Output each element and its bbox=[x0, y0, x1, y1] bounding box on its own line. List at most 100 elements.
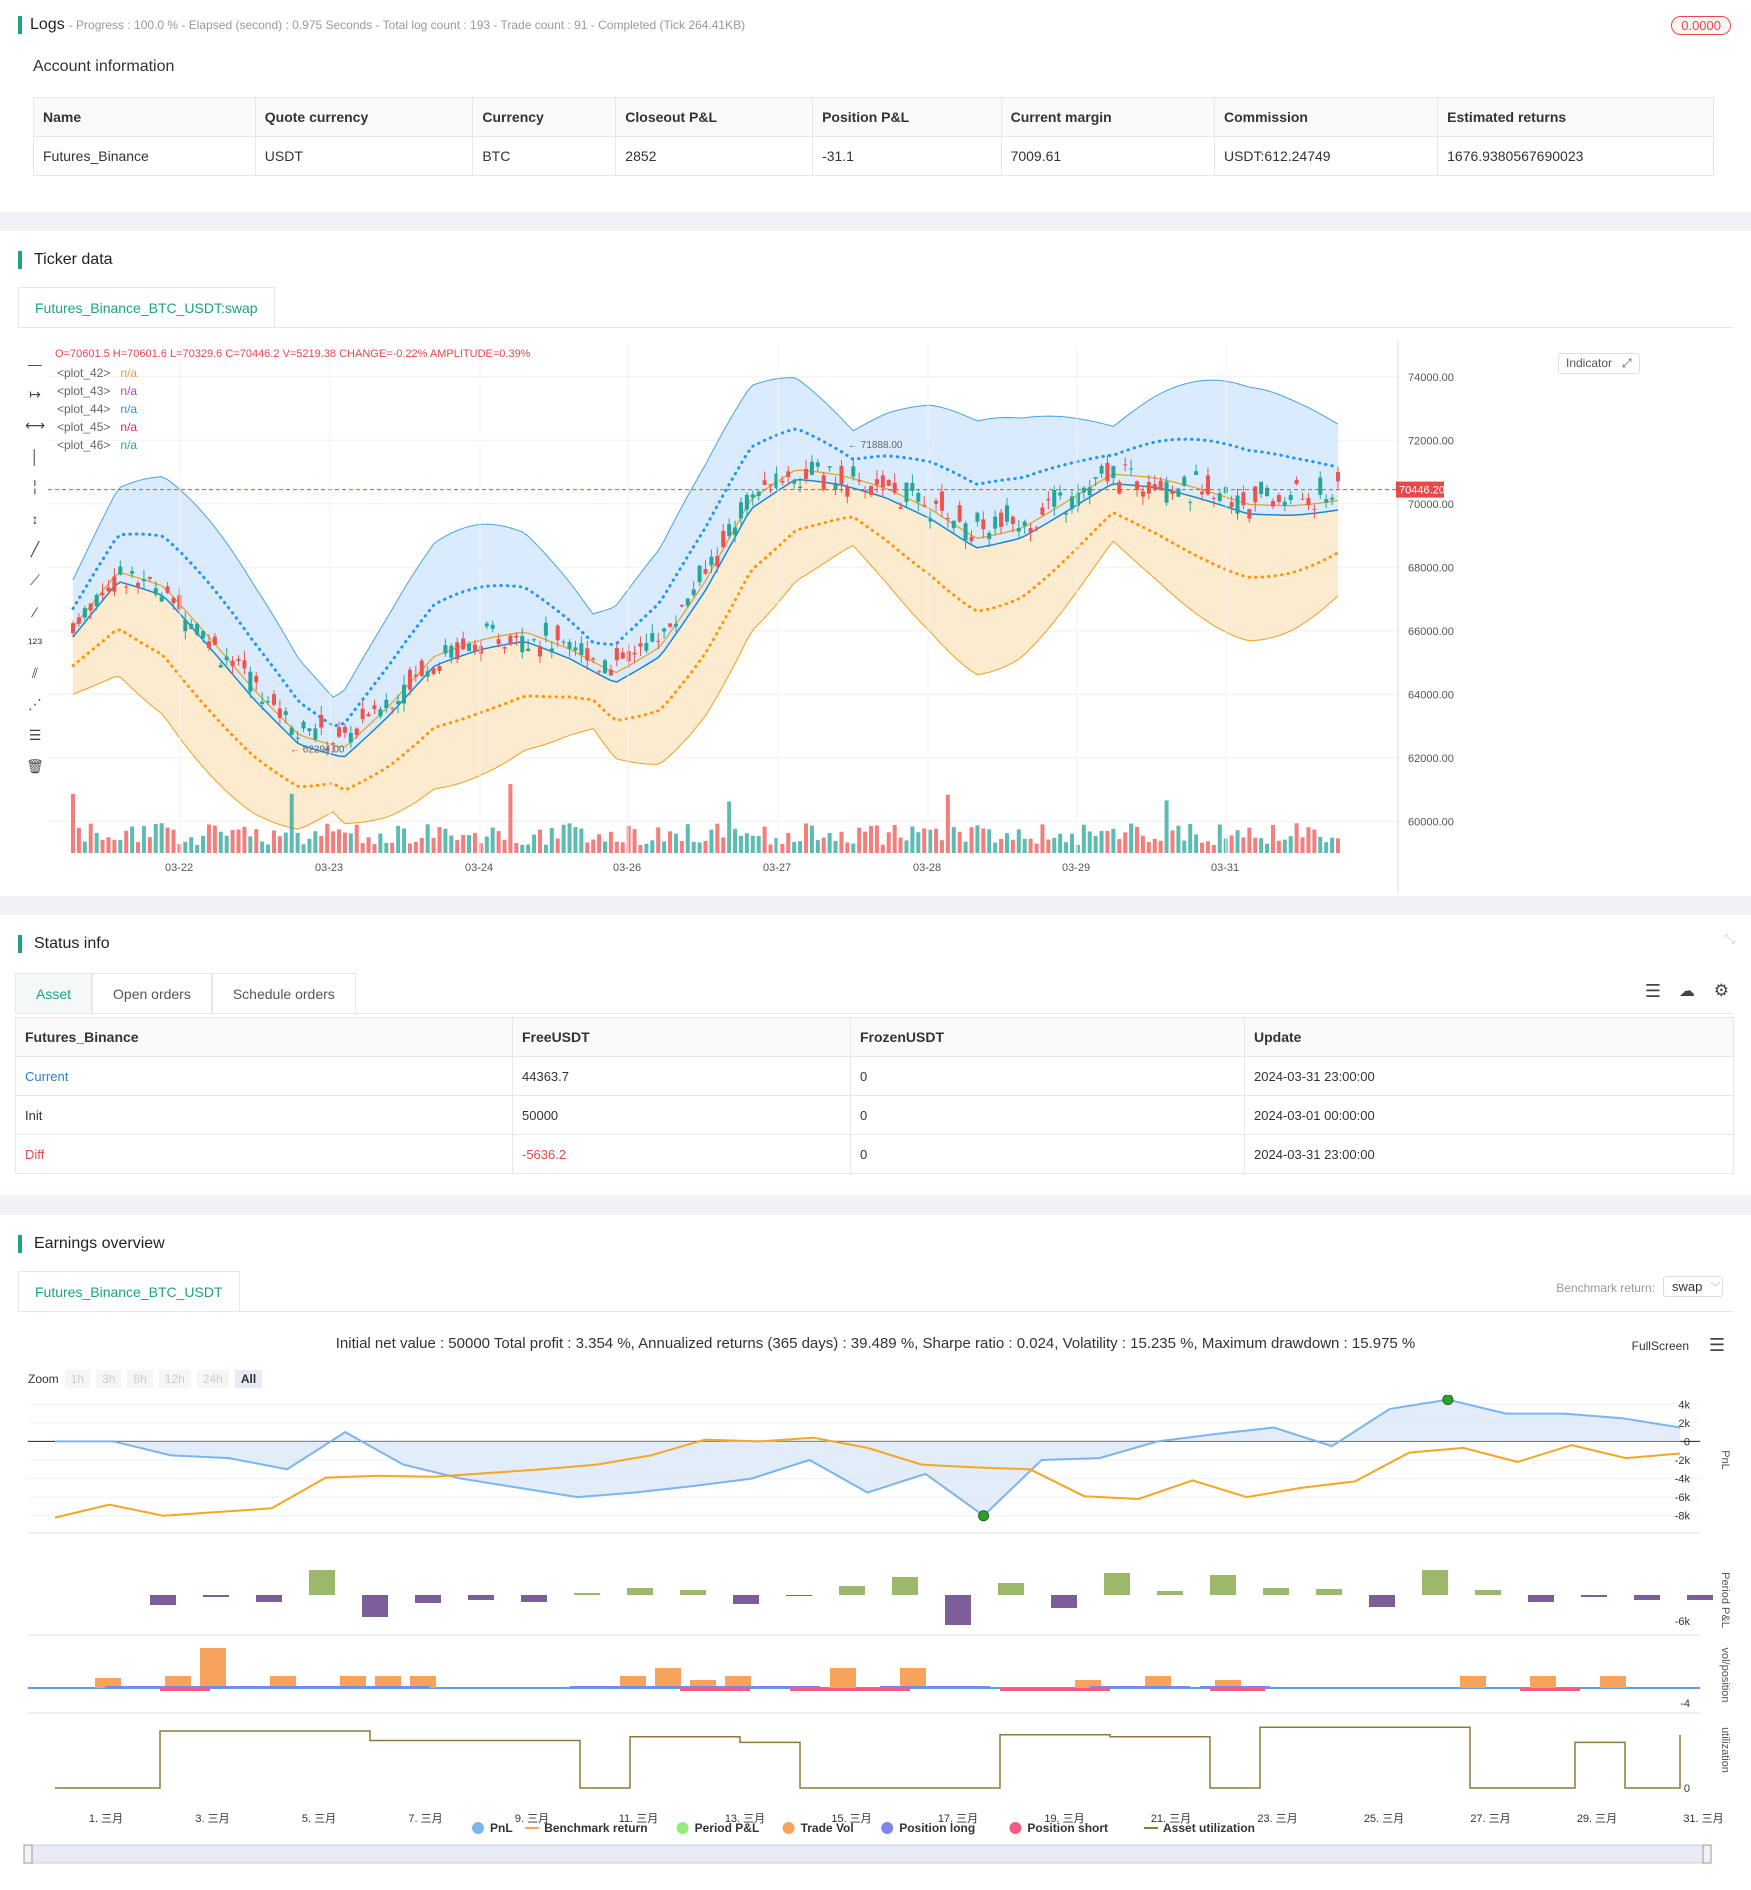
candle-body bbox=[218, 664, 223, 668]
volume-bar bbox=[1205, 841, 1210, 853]
price-tick-label: 64000.00 bbox=[1408, 689, 1454, 701]
volume-bar bbox=[532, 834, 537, 853]
candle-body bbox=[455, 642, 460, 660]
list-icon[interactable]: ☰ bbox=[1645, 981, 1661, 1002]
account-info-title: Account information bbox=[33, 58, 175, 75]
candle-body bbox=[1265, 487, 1270, 497]
candle-body bbox=[809, 461, 814, 475]
high-price-label: ← 71888.00 bbox=[848, 440, 903, 451]
volume-bar bbox=[1282, 839, 1287, 853]
price-tick-label: 60000.00 bbox=[1408, 816, 1454, 828]
candle-body bbox=[1247, 509, 1252, 519]
volume-bar bbox=[407, 843, 412, 853]
volume-bar bbox=[461, 835, 466, 853]
tab-open-orders[interactable]: Open orders bbox=[92, 973, 212, 1013]
cloud-download-icon[interactable]: ☁ bbox=[1679, 981, 1695, 1001]
indicator-button[interactable]: Indicator ⤢ bbox=[1558, 353, 1640, 374]
volume-bar bbox=[1265, 843, 1270, 853]
candle-body bbox=[342, 726, 347, 733]
candle-body bbox=[313, 728, 318, 740]
candle-body bbox=[490, 624, 495, 629]
period-pnl-bar bbox=[203, 1595, 229, 1597]
date-tick-label: 25. 三月 bbox=[1364, 1813, 1404, 1825]
volume-bar bbox=[437, 827, 442, 853]
tab-ticker-symbol[interactable]: Futures_Binance_BTC_USDT:swap bbox=[18, 287, 275, 327]
row-label-current[interactable]: Current bbox=[15, 1056, 513, 1096]
candle-body bbox=[1028, 527, 1033, 533]
cell: 2852 bbox=[615, 136, 814, 176]
gear-icon[interactable]: ⚙ bbox=[1714, 981, 1729, 1001]
volume-bar bbox=[496, 831, 501, 853]
zoom-1h[interactable]: 1h bbox=[64, 1370, 91, 1388]
period-pnl-bar bbox=[1634, 1595, 1660, 1600]
volume-bar bbox=[934, 828, 939, 853]
candle-body bbox=[815, 462, 820, 467]
cell: USDT bbox=[254, 136, 474, 176]
volume-bar bbox=[1046, 839, 1051, 853]
collapse-icon[interactable]: ⤡ bbox=[1725, 931, 1735, 947]
zoom-all[interactable]: All bbox=[234, 1370, 263, 1388]
col-estimated-returns: Estimated returns bbox=[1437, 97, 1714, 137]
volume-bar bbox=[963, 841, 968, 853]
candle-body bbox=[620, 652, 625, 659]
candle-body bbox=[384, 699, 389, 709]
candle-body bbox=[153, 588, 158, 595]
volume-bar bbox=[508, 784, 513, 853]
candle-body bbox=[904, 482, 909, 502]
col-current-margin: Current margin bbox=[1000, 97, 1215, 137]
navigator-handle-left bbox=[23, 1844, 33, 1864]
volume-bar bbox=[390, 842, 395, 853]
volume-bar bbox=[969, 827, 974, 853]
trade-vol-bar bbox=[900, 1668, 926, 1688]
candle-body bbox=[378, 709, 383, 717]
date-tick-label: 29. 三月 bbox=[1577, 1813, 1617, 1825]
status-tabs: Asset Open orders Schedule orders bbox=[15, 973, 356, 1013]
volume-bar bbox=[798, 841, 803, 853]
candle-body bbox=[762, 480, 767, 485]
zoom-3h[interactable]: 3h bbox=[96, 1370, 122, 1388]
tab-schedule-orders[interactable]: Schedule orders bbox=[211, 973, 356, 1013]
volume-bar bbox=[993, 842, 998, 853]
period-pnl-bar bbox=[1581, 1595, 1607, 1597]
candle-body bbox=[709, 556, 714, 566]
volume-bar bbox=[768, 844, 773, 853]
candle-body bbox=[130, 571, 135, 574]
candle-body bbox=[419, 660, 424, 676]
candle-body bbox=[673, 623, 678, 627]
volume-bar bbox=[1200, 842, 1205, 853]
zoom-24h[interactable]: 24h bbox=[196, 1370, 229, 1388]
volume-bar bbox=[153, 823, 158, 853]
col-closeout-pnl: Closeout P&L bbox=[615, 97, 814, 137]
earnings-chart-svg[interactable]: 4k 2k 0 -2k -4k -6k -8k PnL Period P&L vol/positi… bbox=[0, 1395, 1751, 1875]
candle-body bbox=[999, 512, 1004, 527]
cell: 44363.7 bbox=[512, 1056, 851, 1096]
pnl-tick-label: 4k bbox=[1678, 1399, 1690, 1411]
price-tick-label: 62000.00 bbox=[1408, 753, 1454, 765]
fullscreen-button[interactable]: FullScreen bbox=[1632, 1339, 1689, 1353]
volume-bar bbox=[1241, 837, 1246, 853]
candle-body bbox=[1205, 475, 1210, 495]
candle-body bbox=[626, 651, 631, 662]
candle-body bbox=[555, 625, 560, 641]
candle-body bbox=[372, 705, 377, 709]
benchmark-select[interactable]: swap ﹀ bbox=[1663, 1276, 1723, 1297]
volume-bar bbox=[1324, 842, 1329, 853]
zoom-12h[interactable]: 12h bbox=[158, 1370, 191, 1388]
col-update: Update bbox=[1244, 1017, 1734, 1057]
plot-legend-label: <plot_42> bbox=[57, 366, 111, 380]
cell: -5636.2 bbox=[512, 1134, 851, 1174]
zoom-8h[interactable]: 8h bbox=[127, 1370, 153, 1388]
tab-earnings-symbol[interactable]: Futures_Binance_BTC_USDT bbox=[18, 1271, 240, 1311]
price-chart-svg[interactable]: 74000.00 72000.00 70000.00 68000.00 66000.00… bbox=[18, 340, 1748, 896]
volume-bar bbox=[608, 831, 613, 853]
table-row: Futures_Binance USDT BTC 2852 -31.1 7009… bbox=[33, 136, 1714, 176]
date-tick-label: 03-26 bbox=[613, 862, 641, 874]
period-pnl-bar bbox=[1422, 1570, 1448, 1595]
period-pnl-bar bbox=[1528, 1595, 1554, 1602]
candle-body bbox=[845, 486, 850, 497]
date-tick-label: 27. 三月 bbox=[1470, 1813, 1510, 1825]
candle-body bbox=[744, 494, 749, 510]
tab-asset[interactable]: Asset bbox=[15, 973, 93, 1013]
pnl-tick-label: 0 bbox=[1684, 1436, 1690, 1448]
menu-icon[interactable]: ☰ bbox=[1709, 1335, 1725, 1356]
